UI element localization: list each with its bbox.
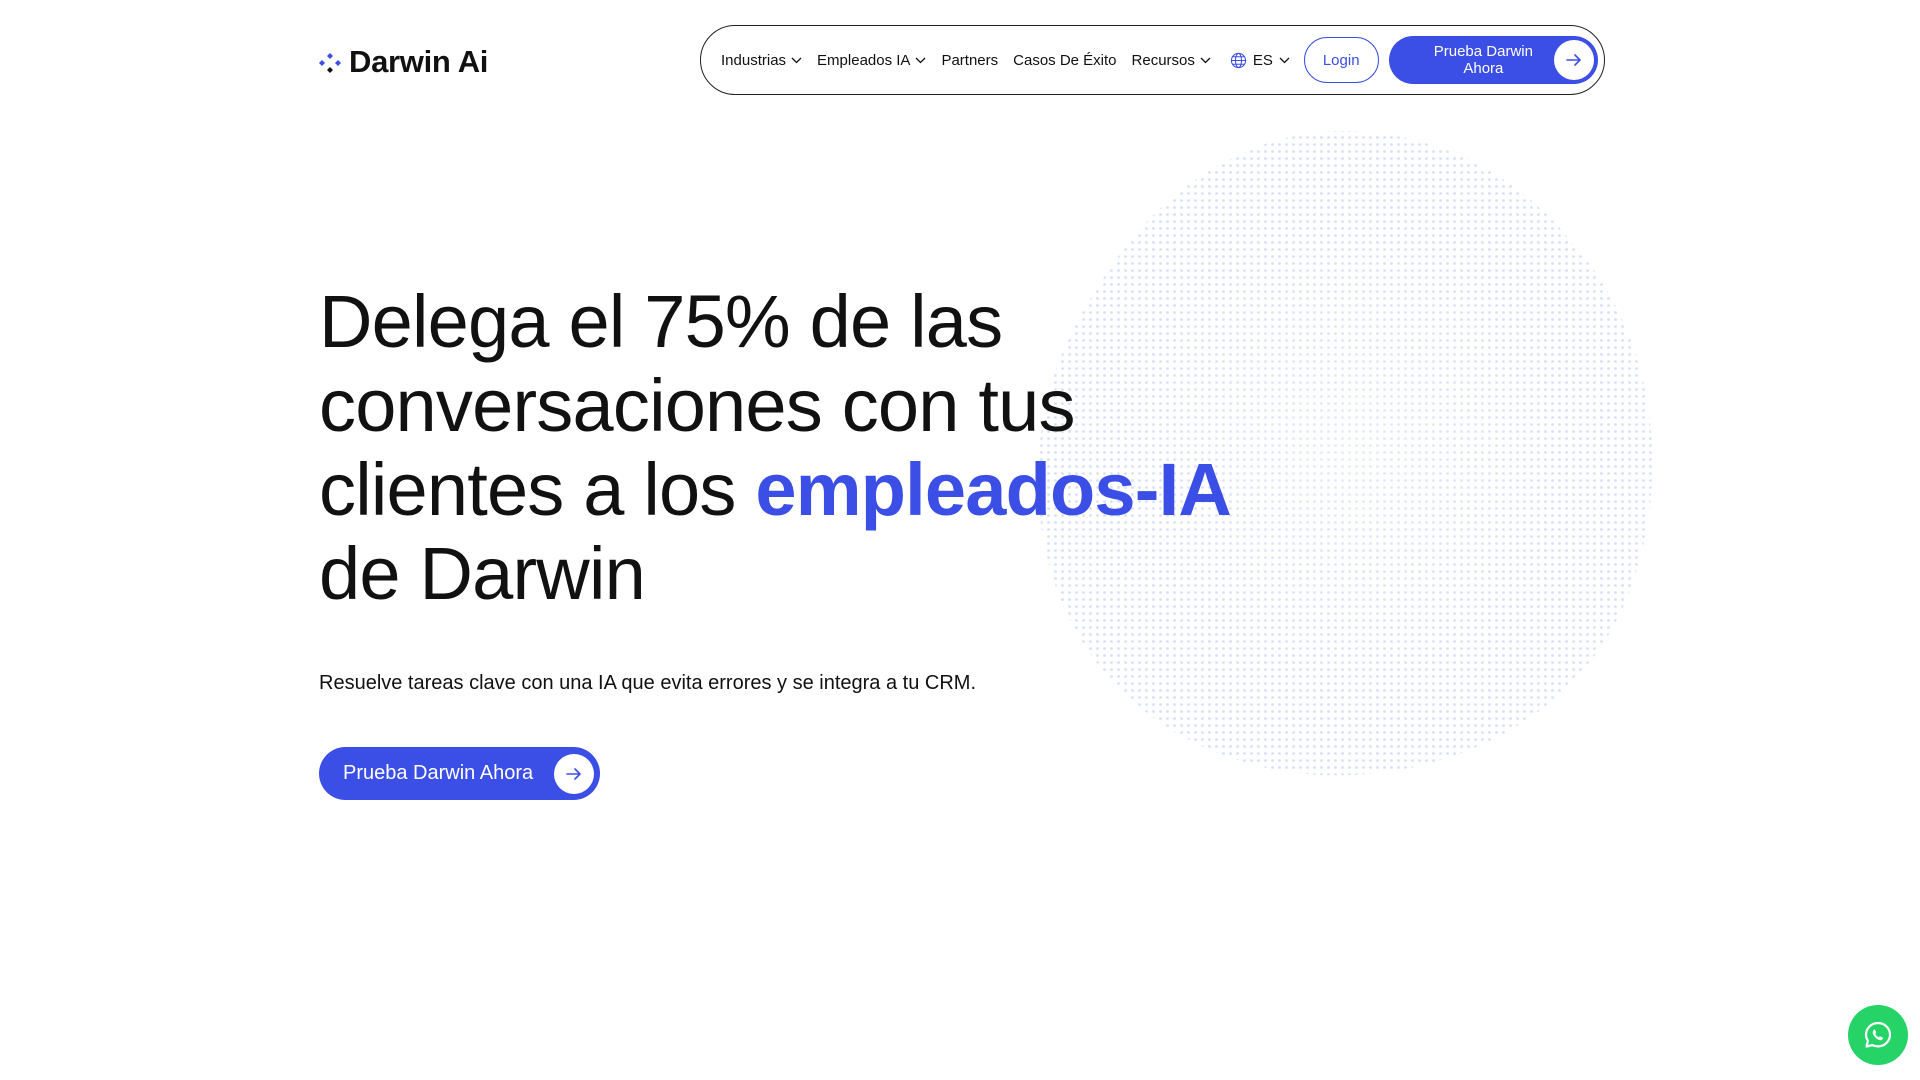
nav-item-label: Industrias xyxy=(721,51,787,69)
hero-subtitle: Resuelve tareas clave con una IA que evi… xyxy=(319,672,977,694)
whatsapp-icon xyxy=(1864,1021,1892,1048)
nav-item-label: Recursos xyxy=(1131,51,1195,69)
main-navigation: Industrias Empleados IA Partners Casos D… xyxy=(700,25,1605,95)
arrow-right-icon xyxy=(554,753,594,794)
chevron-down-icon xyxy=(1200,57,1211,63)
nav-item-casos-de-exito[interactable]: Casos De Éxito xyxy=(1013,52,1116,69)
nav-item-label: Empleados IA xyxy=(817,51,911,69)
arrow-right-icon xyxy=(1554,40,1594,80)
language-selector[interactable]: ES xyxy=(1230,52,1290,69)
nav-item-recursos[interactable]: Recursos xyxy=(1132,52,1211,69)
nav-item-label: Partners xyxy=(941,51,999,69)
nav-item-label: Casos De Éxito xyxy=(1013,51,1117,69)
whatsapp-chat-button[interactable] xyxy=(1848,1005,1908,1065)
globe-icon xyxy=(1230,52,1246,68)
hero-title: Delega el 75% de las conversaciones con … xyxy=(319,280,1239,616)
chevron-down-icon xyxy=(1279,57,1290,63)
try-darwin-nav-label: Prueba Darwin Ahora xyxy=(1433,43,1533,77)
chevron-down-icon xyxy=(915,57,926,63)
nav-item-partners[interactable]: Partners xyxy=(941,52,998,69)
language-label: ES xyxy=(1252,51,1273,69)
darwin-logo-icon xyxy=(319,53,341,73)
hero-title-text-end: de Darwin xyxy=(319,532,646,615)
try-darwin-hero-label: Prueba Darwin Ahora xyxy=(343,762,534,784)
try-darwin-nav-button[interactable]: Prueba Darwin Ahora xyxy=(1388,36,1598,84)
nav-item-empleados-ia[interactable]: Empleados IA xyxy=(817,52,926,69)
logo-text: Darwin Ai xyxy=(349,44,489,79)
hero-title-accent: empleados-IA xyxy=(755,448,1231,531)
login-button[interactable]: Login xyxy=(1303,37,1379,83)
nav-item-industrias[interactable]: Industrias xyxy=(721,52,802,69)
chevron-down-icon xyxy=(791,57,802,63)
logo[interactable]: Darwin Ai xyxy=(319,44,488,80)
try-darwin-hero-button[interactable]: Prueba Darwin Ahora xyxy=(319,747,600,800)
